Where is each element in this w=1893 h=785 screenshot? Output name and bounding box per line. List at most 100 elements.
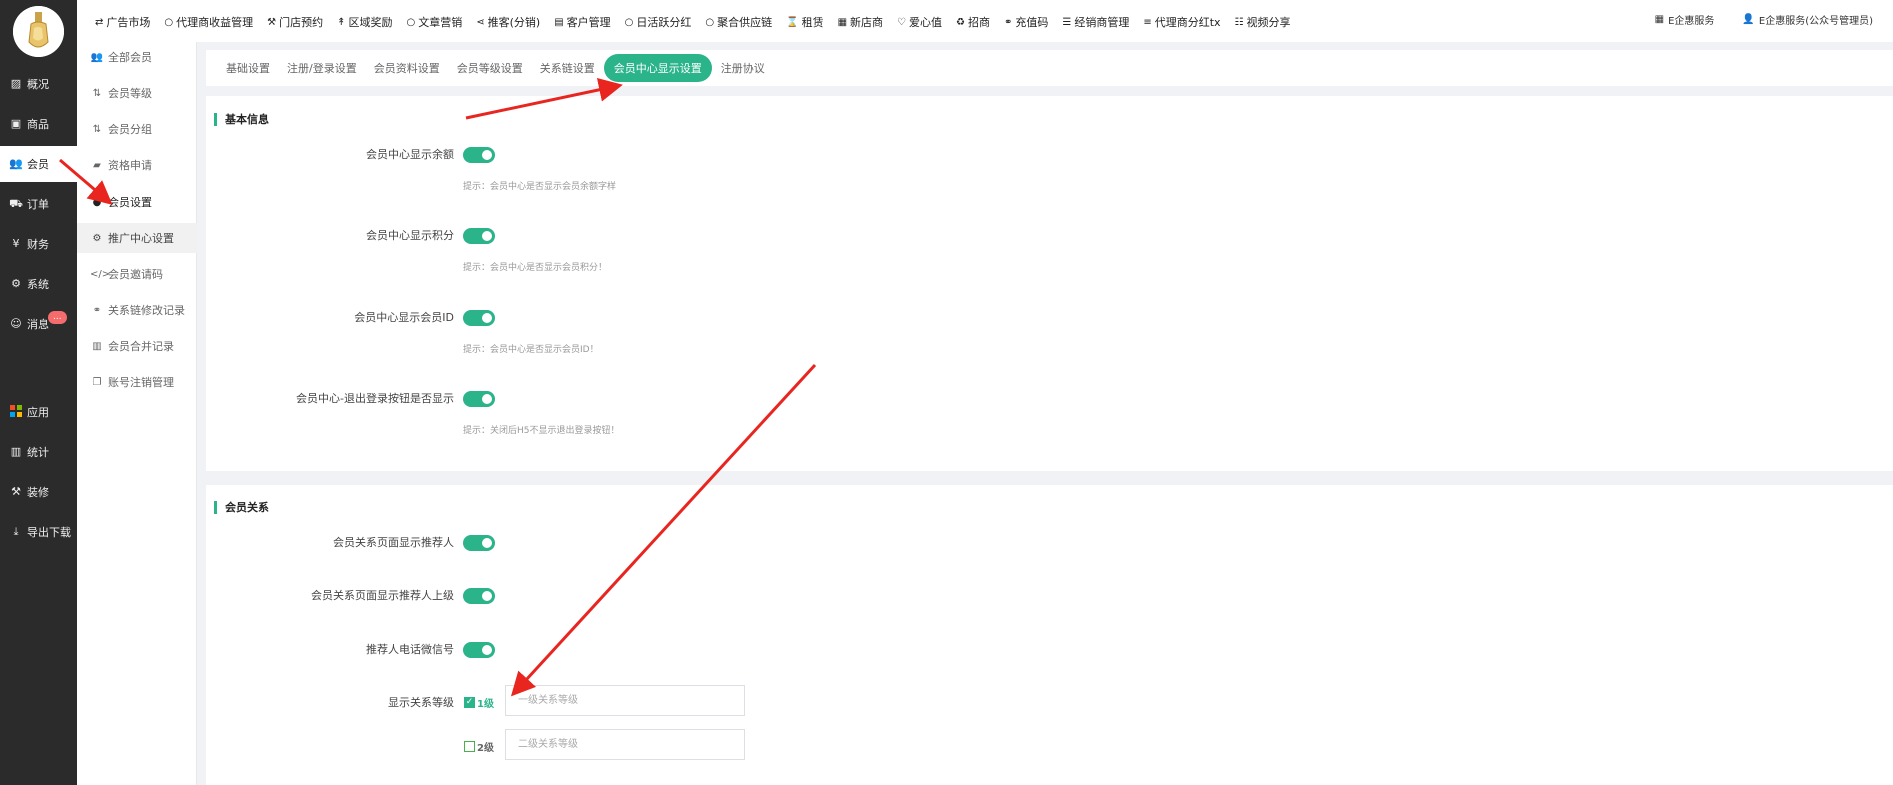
tab-basic[interactable]: 基础设置: [226, 60, 270, 76]
top-menu-item[interactable]: ○ 聚合供应链: [705, 14, 772, 30]
top-menu-item[interactable]: ☰ 经销商管理: [1062, 14, 1129, 30]
top-menu-item[interactable]: ▤ 客户管理: [554, 14, 610, 30]
tab-agreement[interactable]: 注册协议: [721, 60, 765, 76]
field-label: 会员中心-退出登录按钮是否显示: [296, 392, 454, 405]
list-icon: ≡: [1143, 16, 1152, 28]
toggle-show-logout[interactable]: [463, 391, 495, 407]
tab-relation[interactable]: 关系链设置: [540, 60, 595, 76]
top-menu-item[interactable]: ⚭ 充值码: [1004, 14, 1048, 30]
tab-profile[interactable]: 会员资料设置: [374, 60, 440, 76]
users-icon: 👥: [90, 51, 104, 63]
field-hint: 提示：关闭后H5不显示退出登录按钮！: [463, 426, 620, 436]
toggle-show-referrer[interactable]: [463, 535, 495, 551]
top-menu: ⇄ 广告市场 ○ 代理商收益管理 ⚒ 门店预约 ↟ 区域奖励 ○ 文章营销 ⋖ 推客(分销)…: [95, 14, 1305, 30]
circle-icon: ○: [164, 16, 174, 28]
sidebar-item-decorate[interactable]: ⚒ 装修: [0, 474, 77, 510]
toggle-show-balance[interactable]: [463, 147, 495, 163]
tab-register-login[interactable]: 注册/登录设置: [287, 60, 357, 76]
sidebar-item-member[interactable]: 👥 会员: [0, 146, 77, 182]
sidebar-item-finance[interactable]: ¥ 财务: [0, 226, 77, 262]
message-badge: ...: [48, 311, 67, 324]
sort-az-icon: ⇅: [92, 123, 102, 135]
sidebar-item-export[interactable]: ⤓ 导出下载: [0, 514, 77, 550]
store-icon: ▦: [837, 16, 848, 28]
toggle-show-points[interactable]: [463, 228, 495, 244]
sort-icon: ⇅: [92, 87, 102, 99]
level2-name-input[interactable]: [505, 729, 745, 760]
brush-icon: ⚒: [11, 485, 21, 498]
submenu-account-cancel[interactable]: ❐ 账号注销管理: [77, 367, 197, 397]
submenu-invite-code[interactable]: </> 会员邀请码: [77, 259, 197, 289]
field-label: 会员中心显示会员ID: [354, 311, 454, 324]
top-menu-item[interactable]: ⚒ 门店预约: [267, 14, 323, 30]
tab-member-center-display[interactable]: 会员中心显示设置: [603, 54, 712, 82]
top-menu-item[interactable]: ⋖ 推客(分销): [476, 14, 540, 30]
top-menu-item[interactable]: ▦ 新店商: [838, 14, 883, 30]
circle-icon: ○: [624, 16, 634, 28]
sidebar-item-goods[interactable]: ▣ 商品: [0, 106, 77, 142]
member-submenu: 👥 全部会员 ⇅ 会员等级 ⇅ 会员分组 ▰ 资格申请 ● 会员设置 ⚙ 推广中心设置 </…: [77, 42, 197, 785]
top-menu-item[interactable]: ○ 日活跃分红: [625, 14, 692, 30]
logo: [13, 6, 64, 57]
pin-icon: ↟: [337, 16, 346, 28]
settings-tabs: 基础设置 注册/登录设置 会员资料设置 会员等级设置 关系链设置 会员中心显示设…: [206, 50, 1893, 86]
gear-icon: ⚙: [92, 232, 102, 244]
gear-icon: ⚙: [11, 277, 21, 290]
top-menu-item[interactable]: ⌛ 租赁: [786, 14, 823, 30]
chart-icon: ▥: [10, 445, 22, 458]
sidebar-item-apps[interactable]: 应用: [0, 394, 77, 430]
toggle-show-member-id[interactable]: [463, 310, 495, 326]
section-title: 基本信息: [214, 113, 269, 126]
top-menu-item[interactable]: ↟ 区域奖励: [337, 14, 392, 30]
level1-name-input[interactable]: [505, 685, 745, 716]
submenu-merge-log[interactable]: ▥ 会员合并记录: [77, 331, 197, 361]
goods-icon: ▣: [10, 117, 22, 130]
link-icon: ⚭: [92, 304, 102, 316]
top-menu-item[interactable]: ♻ 招商: [956, 14, 990, 30]
submenu-promotion-center[interactable]: ⚙ 推广中心设置: [77, 223, 197, 253]
field-label: 会员关系页面显示推荐人上级: [311, 589, 454, 602]
top-menu-item[interactable]: ☷ 视频分享: [1235, 14, 1291, 30]
top-menu-item[interactable]: ○ 代理商收益管理: [164, 14, 253, 30]
submenu-relation-log[interactable]: ⚭ 关系链修改记录: [77, 295, 197, 325]
service-link[interactable]: ▦ E企惠服务: [1655, 12, 1715, 27]
sidebar-item-message[interactable]: ☺ 消息 ...: [0, 306, 77, 342]
sidebar-item-system[interactable]: ⚙ 系统: [0, 266, 77, 302]
sidebar-item-overview[interactable]: ▨ 概况: [0, 66, 77, 102]
finance-icon: ¥: [12, 237, 20, 250]
field-label: 会员关系页面显示推荐人: [333, 536, 454, 549]
submenu-all-members[interactable]: 👥 全部会员: [77, 42, 197, 72]
circle-icon: ○: [705, 16, 715, 28]
submenu-qualification[interactable]: ▰ 资格申请: [77, 150, 197, 180]
folder-icon: ▰: [93, 159, 101, 171]
bar-chart-icon: ▥: [92, 340, 102, 352]
top-menu-item[interactable]: ○ 文章营销: [406, 14, 462, 30]
top-menu-item[interactable]: ≡ 代理商分红tx: [1143, 14, 1220, 30]
level2-checkbox[interactable]: 2级: [464, 739, 494, 754]
sidebar-item-order[interactable]: ⛟ 订单: [0, 186, 77, 222]
toggle-show-referrer-parent[interactable]: [463, 588, 495, 604]
checkbox-empty-icon: [464, 741, 475, 752]
level1-checkbox[interactable]: ✓ 1级: [464, 695, 494, 710]
hourglass-icon: ⌛: [786, 16, 799, 28]
field-label: 会员中心显示积分: [366, 229, 454, 242]
cart-icon: ⛟: [9, 197, 23, 210]
apps-icon: [9, 405, 23, 419]
tab-level[interactable]: 会员等级设置: [457, 60, 523, 76]
dashboard-icon: ▨: [10, 77, 22, 90]
grid-icon: ▦: [1654, 14, 1665, 25]
submenu-member-settings[interactable]: ● 会员设置: [77, 187, 197, 217]
submenu-member-level[interactable]: ⇅ 会员等级: [77, 78, 197, 108]
handshake-icon: ☰: [1062, 16, 1072, 28]
top-menu-item[interactable]: ♡ 爱心值: [897, 14, 942, 30]
field-label: 推荐人电话微信号: [366, 643, 454, 656]
check-icon: ✓: [464, 697, 475, 708]
sidebar-item-statistics[interactable]: ▥ 统计: [0, 434, 77, 470]
submenu-member-group[interactable]: ⇅ 会员分组: [77, 114, 197, 144]
toggle-referrer-phone[interactable]: [463, 642, 495, 658]
download-icon: ⤓: [13, 525, 19, 538]
circle-icon: ○: [406, 16, 416, 28]
top-menu-item[interactable]: ⇄ 广告市场: [95, 14, 150, 30]
refresh-icon: ⇄: [95, 16, 104, 28]
user-account[interactable]: 👤 E企惠服务(公众号管理员): [1742, 12, 1873, 27]
